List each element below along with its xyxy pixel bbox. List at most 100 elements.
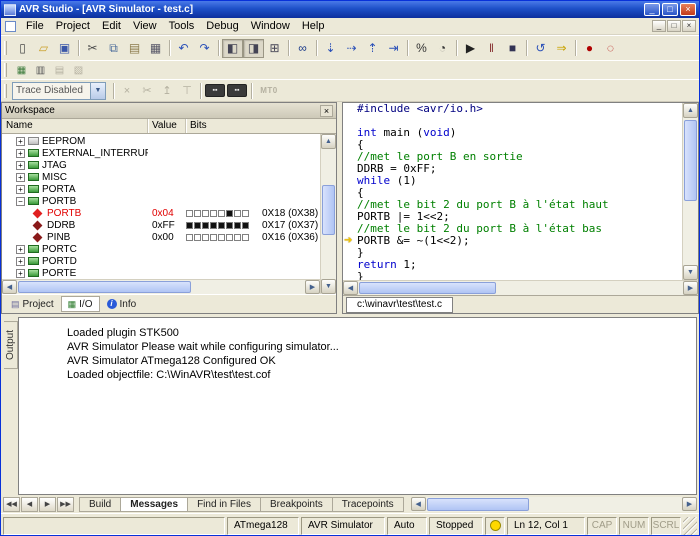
cut-icon[interactable]: ✂ [82, 39, 103, 58]
line-margin[interactable] [343, 247, 357, 259]
scroll-right-icon[interactable]: ▶ [682, 497, 697, 511]
code-line[interactable]: return 1; [343, 259, 682, 271]
cut-trace-icon[interactable]: ✂ [137, 82, 157, 99]
column-header-value[interactable]: Value [148, 119, 186, 133]
run-to-cursor-icon[interactable]: ⇥ [383, 39, 404, 58]
tab-info[interactable]: iInfo [100, 296, 144, 312]
show-processor-view-icon[interactable]: ▥ [31, 62, 50, 78]
column-header-bits[interactable]: Bits [186, 119, 336, 133]
show-io-view-icon[interactable]: ▦ [12, 62, 31, 78]
scroll-up-icon[interactable]: ▲ [321, 134, 336, 149]
code-line[interactable]: #include <avr/io.h> [343, 103, 682, 115]
line-margin[interactable] [343, 103, 357, 115]
auto-step-icon[interactable]: % [411, 39, 432, 58]
column-header-name[interactable]: Name [2, 119, 148, 133]
workspace-close-button[interactable]: × [320, 105, 333, 117]
mdi-restore-button[interactable]: □ [667, 20, 681, 32]
scroll-thumb[interactable] [359, 282, 496, 294]
cascade-windows-icon[interactable]: ⊞ [264, 39, 285, 58]
toolbar-drag-handle[interactable] [4, 41, 7, 55]
workspace-vscrollbar[interactable]: ▲ ▼ [320, 134, 336, 294]
group-row-portd[interactable]: +PORTD [2, 255, 320, 267]
menu-tools[interactable]: Tools [163, 19, 201, 33]
tab-tracepoints[interactable]: Tracepoints [333, 497, 404, 512]
menu-debug[interactable]: Debug [200, 19, 244, 33]
expand-icon[interactable]: + [16, 149, 25, 158]
line-margin[interactable] [343, 127, 357, 139]
toggle-output-view-icon[interactable]: ◨ [243, 39, 264, 58]
bit-checkbox[interactable] [210, 234, 217, 241]
document-tab[interactable]: c:\winavr\test\test.c [346, 297, 453, 313]
show-watch-view-icon[interactable]: ▧ [69, 62, 88, 78]
scroll-right-icon[interactable]: ▶ [683, 281, 698, 295]
bit-checkbox[interactable] [242, 234, 249, 241]
output-side-tab[interactable]: Output [3, 317, 18, 495]
save-file-icon[interactable]: ▣ [54, 39, 75, 58]
code-line[interactable]: } [343, 271, 682, 280]
bit-checkbox[interactable] [226, 222, 233, 229]
scroll-up-icon[interactable]: ▲ [683, 103, 698, 118]
expand-icon[interactable]: + [16, 137, 25, 146]
tab-messages[interactable]: Messages [121, 497, 188, 512]
clear-breakpoints-icon[interactable]: ◌ [600, 39, 621, 58]
scroll-track[interactable] [426, 497, 682, 512]
title-bar[interactable]: AVR Studio - [AVR Simulator - test.c] _ … [1, 1, 699, 18]
run-icon[interactable]: ▶ [460, 39, 481, 58]
bit-checkbox[interactable] [210, 210, 217, 217]
bit-checkbox[interactable] [202, 222, 209, 229]
scroll-down-icon[interactable]: ▼ [683, 265, 698, 280]
open-file-icon[interactable]: ▱ [33, 39, 54, 58]
bit-checkbox[interactable] [202, 210, 209, 217]
tab-i-o[interactable]: ▦I/O [61, 296, 100, 312]
workspace-header[interactable]: Workspace × [2, 103, 336, 119]
bit-checkbox[interactable] [210, 222, 217, 229]
scroll-left-icon[interactable]: ◀ [2, 280, 17, 294]
expand-icon[interactable]: + [16, 269, 25, 278]
line-margin[interactable] [343, 223, 357, 235]
bit-checkbox[interactable] [194, 210, 201, 217]
scroll-track[interactable] [17, 280, 305, 294]
menu-help[interactable]: Help [296, 19, 331, 33]
collapse-icon[interactable]: − [16, 197, 25, 206]
bit-checkbox[interactable] [218, 210, 225, 217]
expand-icon[interactable]: + [16, 161, 25, 170]
menu-file[interactable]: File [20, 19, 50, 33]
line-margin[interactable] [343, 187, 357, 199]
stop-debugging-icon[interactable]: ■ [502, 39, 523, 58]
line-margin[interactable] [343, 163, 357, 175]
tab-build[interactable]: Build [79, 497, 121, 512]
export-trace-icon[interactable]: ↥ [157, 82, 177, 99]
maximize-button[interactable]: □ [662, 3, 678, 16]
bit-checkbox[interactable] [194, 222, 201, 229]
tab-project[interactable]: ▤Project [4, 296, 61, 312]
group-row-porte[interactable]: +PORTE [2, 267, 320, 279]
bit-checkbox[interactable] [234, 210, 241, 217]
clear-trace-icon[interactable]: × [117, 82, 137, 99]
scroll-thumb[interactable] [427, 498, 530, 511]
bit-checkbox[interactable] [218, 222, 225, 229]
undo-icon[interactable]: ↶ [173, 39, 194, 58]
code-line[interactable]: int main (void) [343, 127, 682, 139]
code-area[interactable]: #include <avr/io.h>int main (void){//met… [343, 103, 682, 280]
group-row-jtag[interactable]: +JTAG [2, 159, 320, 171]
menu-window[interactable]: Window [245, 19, 296, 33]
line-margin[interactable] [343, 259, 357, 271]
resize-grip-icon[interactable] [683, 517, 697, 535]
tab-scroll-last-icon[interactable]: ▶▶ [57, 497, 74, 512]
line-margin[interactable] [343, 211, 357, 223]
bit-checkbox[interactable] [234, 234, 241, 241]
mdi-close-button[interactable]: × [682, 20, 696, 32]
expand-icon[interactable]: + [16, 245, 25, 254]
trace-combo[interactable]: Trace Disabled ▼ [12, 82, 106, 100]
group-row-external-interrupt[interactable]: +EXTERNAL_INTERRUPT [2, 147, 320, 159]
reset-icon[interactable]: ↺ [530, 39, 551, 58]
copy-icon[interactable]: ⧉ [103, 39, 124, 58]
toolbar-drag-handle[interactable] [4, 84, 7, 98]
bit-checkbox[interactable] [194, 234, 201, 241]
stop-trace-icon[interactable]: ⊤ [177, 82, 197, 99]
group-row-portb[interactable]: −PORTB [2, 195, 320, 207]
step-out-icon[interactable]: ⇡ [362, 39, 383, 58]
workspace-hscrollbar[interactable]: ◀ ▶ [2, 279, 320, 294]
group-row-portc[interactable]: +PORTC [2, 243, 320, 255]
scroll-track[interactable] [321, 149, 336, 279]
